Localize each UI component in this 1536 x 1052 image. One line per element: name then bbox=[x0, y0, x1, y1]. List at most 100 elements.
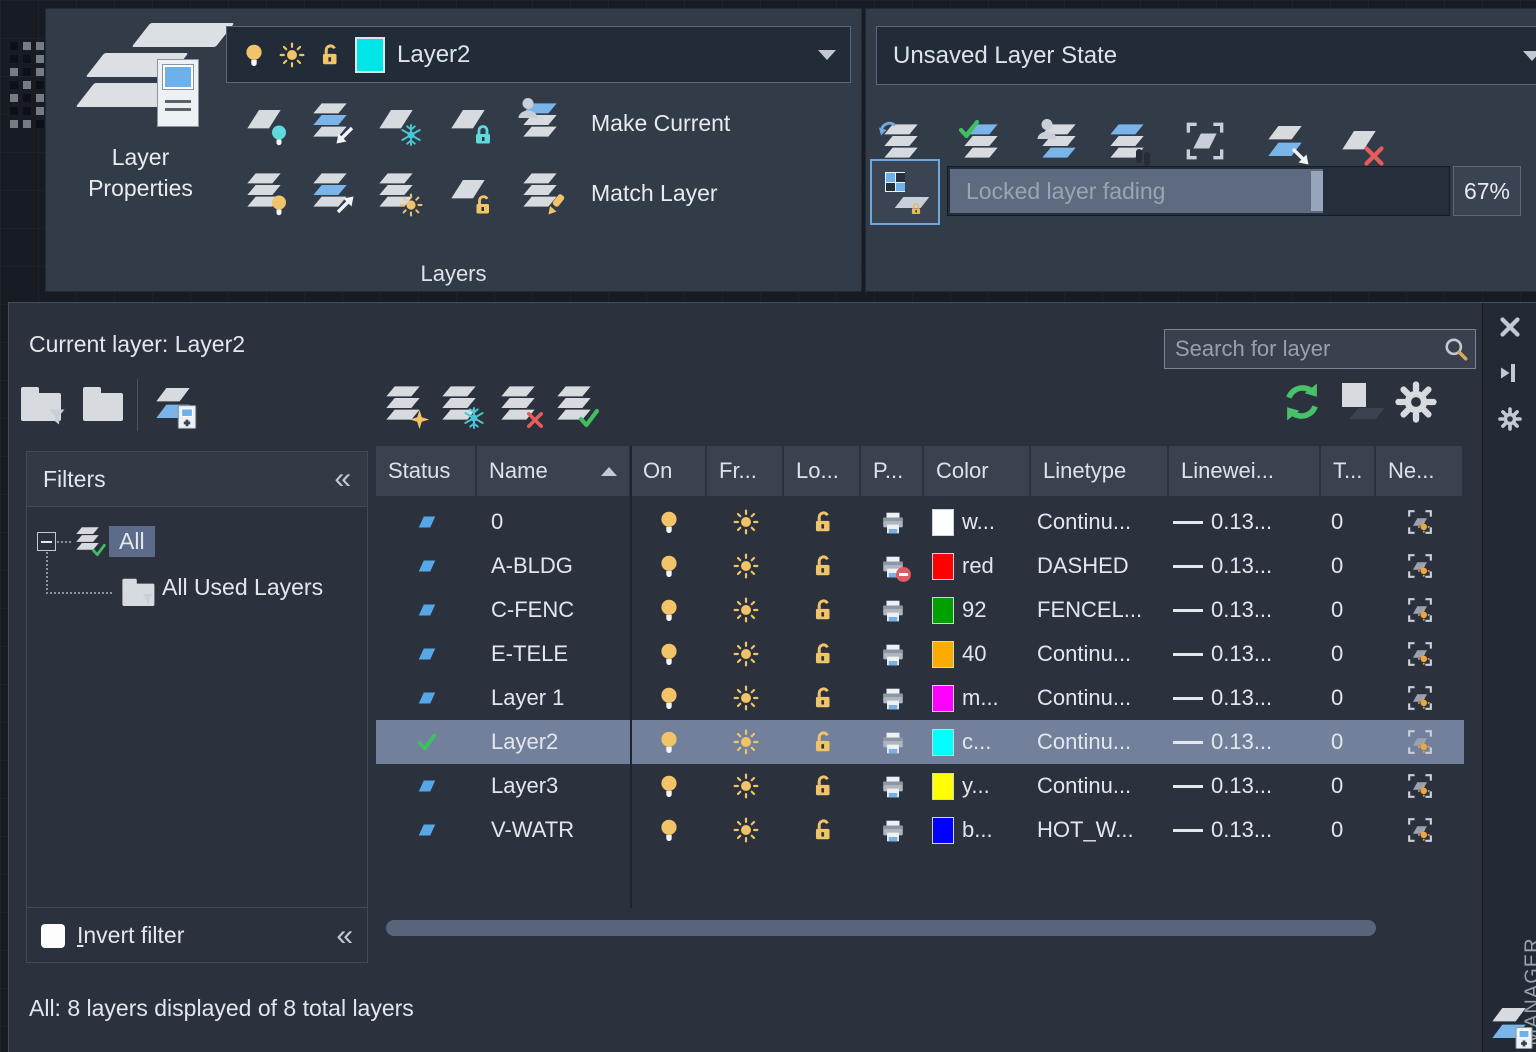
match-layer-label[interactable]: Match Layer bbox=[591, 165, 718, 221]
layer-name[interactable]: Layer3 bbox=[477, 764, 631, 808]
new-group-filter-button[interactable] bbox=[83, 381, 129, 427]
table-row[interactable]: V-WATR b... HOT_W... 0.13... 0 bbox=[376, 808, 1464, 852]
layer-transparency[interactable]: 0 bbox=[1321, 808, 1376, 852]
layer-new-vp-freeze[interactable] bbox=[1376, 588, 1464, 632]
layer-search-box[interactable] bbox=[1164, 329, 1476, 369]
table-row[interactable]: Layer3 y... Continu... 0.13... 0 bbox=[376, 764, 1464, 808]
col-transparency[interactable]: T... bbox=[1321, 446, 1376, 496]
slider-handle[interactable] bbox=[1311, 171, 1323, 211]
tree-item-all-used-layers[interactable]: All Used Layers bbox=[162, 574, 323, 601]
layer-plot-toggle[interactable] bbox=[861, 720, 924, 764]
col-freeze[interactable]: Fr... bbox=[707, 446, 784, 496]
settings-button[interactable] bbox=[1395, 381, 1439, 425]
new-layer-button[interactable] bbox=[381, 381, 427, 427]
delete-layer-state-button[interactable] bbox=[1337, 119, 1383, 165]
layer-on-toggle[interactable] bbox=[631, 632, 707, 676]
unlock-layer-button[interactable] bbox=[446, 168, 492, 214]
unisolate-button[interactable] bbox=[308, 168, 354, 214]
make-current-label[interactable]: Make Current bbox=[591, 95, 730, 151]
layer-plot-toggle[interactable] bbox=[861, 632, 924, 676]
layer-linetype[interactable]: HOT_W... bbox=[1031, 808, 1169, 852]
layer-new-vp-freeze[interactable] bbox=[1376, 544, 1464, 588]
layer-freeze-toggle[interactable] bbox=[707, 500, 784, 544]
layer-select-dropdown[interactable]: Layer2 bbox=[226, 26, 851, 83]
layer-name[interactable]: C-FENC bbox=[477, 588, 631, 632]
turn-all-layers-on-button[interactable] bbox=[242, 168, 288, 214]
layer-linetype[interactable]: Continu... bbox=[1031, 632, 1169, 676]
layer-new-vp-freeze[interactable] bbox=[1376, 676, 1464, 720]
layer-new-vp-freeze[interactable] bbox=[1376, 808, 1464, 852]
col-status[interactable]: Status bbox=[376, 446, 477, 496]
table-row[interactable]: C-FENC 92 FENCEL... 0.13... 0 bbox=[376, 588, 1464, 632]
delete-layer-button[interactable] bbox=[496, 381, 542, 427]
layer-lock-toggle[interactable] bbox=[784, 588, 861, 632]
layer-lineweight[interactable]: 0.13... bbox=[1169, 764, 1321, 808]
layer-on-toggle[interactable] bbox=[631, 764, 707, 808]
layer-freeze-toggle[interactable] bbox=[707, 632, 784, 676]
override-highlight-button[interactable] bbox=[1340, 381, 1380, 421]
layer-lineweight[interactable]: 0.13... bbox=[1169, 500, 1321, 544]
layer-transparency[interactable]: 0 bbox=[1321, 764, 1376, 808]
layer-name[interactable]: Layer 1 bbox=[477, 676, 631, 720]
col-lineweight[interactable]: Linewei... bbox=[1169, 446, 1321, 496]
table-row[interactable]: A-BLDG red DASHED 0.13... 0 bbox=[376, 544, 1464, 588]
layer-linetype[interactable]: DASHED bbox=[1031, 544, 1169, 588]
layers-panel-label[interactable]: Layers bbox=[46, 261, 861, 287]
layer-color-cell[interactable]: c... bbox=[924, 720, 1031, 764]
layer-linetype[interactable]: Continu... bbox=[1031, 720, 1169, 764]
refresh-button[interactable] bbox=[1281, 381, 1325, 425]
tree-collapse-icon[interactable] bbox=[37, 532, 56, 551]
thaw-all-layers-button[interactable] bbox=[374, 168, 420, 214]
layer-states-manager-button[interactable] bbox=[151, 381, 197, 427]
layer-lineweight[interactable]: 0.13... bbox=[1169, 632, 1321, 676]
layer-plot-toggle[interactable] bbox=[861, 544, 924, 588]
layer-lock-toggle[interactable] bbox=[784, 500, 861, 544]
vp-isolate-button[interactable] bbox=[1105, 119, 1151, 165]
layer-color-cell[interactable]: b... bbox=[924, 808, 1031, 852]
locked-fading-value[interactable]: 67% bbox=[1453, 166, 1521, 216]
layer-name[interactable]: 0 bbox=[477, 500, 631, 544]
col-lock[interactable]: Lo... bbox=[784, 446, 861, 496]
layer-lineweight[interactable]: 0.13... bbox=[1169, 588, 1321, 632]
layer-new-vp-freeze[interactable] bbox=[1376, 764, 1464, 808]
layer-on-toggle[interactable] bbox=[631, 720, 707, 764]
layer-lock-toggle[interactable] bbox=[784, 808, 861, 852]
layer-plot-toggle[interactable] bbox=[861, 588, 924, 632]
layer-plot-toggle[interactable] bbox=[861, 500, 924, 544]
set-current-button[interactable] bbox=[552, 381, 598, 427]
auto-hide-pin-icon[interactable] bbox=[1498, 361, 1522, 385]
locked-layer-fading-toggle[interactable] bbox=[870, 159, 940, 225]
col-linetype[interactable]: Linetype bbox=[1031, 446, 1169, 496]
layer-lock-toggle[interactable] bbox=[784, 764, 861, 808]
table-row[interactable]: Layer 1 m... Continu... 0.13... 0 bbox=[376, 676, 1464, 720]
layer-state-dropdown[interactable]: Unsaved Layer State bbox=[876, 26, 1536, 85]
layer-lock-toggle[interactable] bbox=[784, 676, 861, 720]
layer-freeze-toggle[interactable] bbox=[707, 764, 784, 808]
layer-transparency[interactable]: 0 bbox=[1321, 676, 1376, 720]
layer-freeze-toggle[interactable] bbox=[707, 544, 784, 588]
layer-freeze-toggle[interactable] bbox=[707, 676, 784, 720]
col-color[interactable]: Color bbox=[924, 446, 1031, 496]
layer-color-cell[interactable]: 92 bbox=[924, 588, 1031, 632]
layer-freeze-toggle[interactable] bbox=[707, 588, 784, 632]
layer-linetype[interactable]: Continu... bbox=[1031, 500, 1169, 544]
layer-on-toggle[interactable] bbox=[631, 588, 707, 632]
merge-layers-button[interactable] bbox=[1263, 119, 1309, 165]
tree-item-all[interactable]: All bbox=[109, 526, 155, 557]
layer-plot-toggle[interactable] bbox=[861, 808, 924, 852]
layer-freeze-toggle[interactable] bbox=[707, 720, 784, 764]
layer-linetype[interactable]: Continu... bbox=[1031, 764, 1169, 808]
layer-isolate-button[interactable] bbox=[308, 98, 354, 144]
layer-lineweight[interactable]: 0.13... bbox=[1169, 676, 1321, 720]
layer-lineweight[interactable]: 0.13... bbox=[1169, 808, 1321, 852]
layer-off-button[interactable] bbox=[242, 98, 288, 144]
layer-new-vp-freeze[interactable] bbox=[1376, 500, 1464, 544]
collapse-filters-bottom-button[interactable]: « bbox=[336, 926, 353, 946]
layer-color-cell[interactable]: 40 bbox=[924, 632, 1031, 676]
layer-lock-button[interactable] bbox=[446, 98, 492, 144]
layer-on-toggle[interactable] bbox=[631, 544, 707, 588]
layer-linetype[interactable]: Continu... bbox=[1031, 676, 1169, 720]
locked-layer-fading-slider[interactable]: Locked layer fading bbox=[947, 166, 1450, 216]
layer-on-toggle[interactable] bbox=[631, 808, 707, 852]
new-layer-vp-frozen-button[interactable] bbox=[437, 381, 483, 427]
